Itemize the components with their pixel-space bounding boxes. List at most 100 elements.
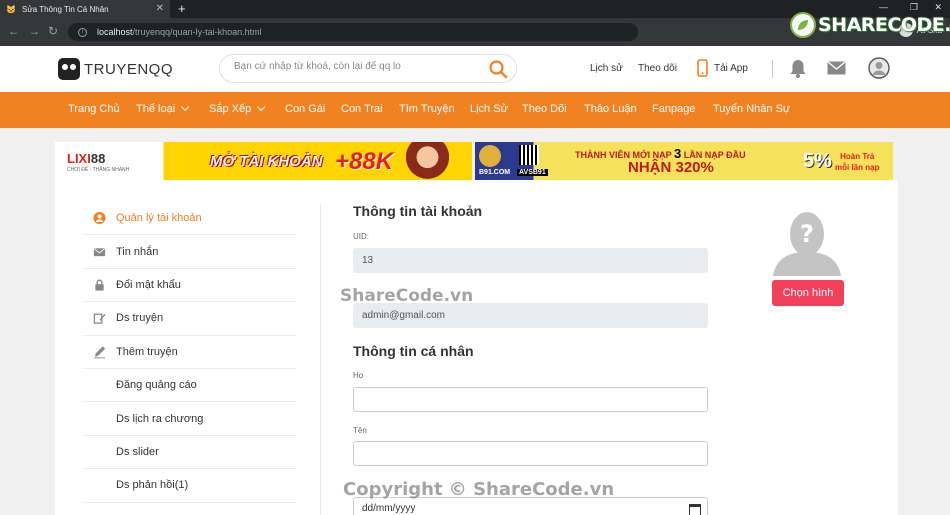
- banner1-brand-text: LIXI: [67, 151, 91, 166]
- watermark-bottom: Copyright © ShareCode.vn: [343, 479, 615, 500]
- sidebar-item-chapter-schedule[interactable]: Ds lịch ra chương: [83, 402, 296, 436]
- search-icon[interactable]: [488, 59, 508, 79]
- mail-icon[interactable]: [827, 61, 846, 75]
- logo-text: TRUYENQQ: [84, 60, 174, 78]
- url-path: /truyenqq/quan-ly-tai-khoan.html: [132, 27, 262, 37]
- sidebar-item-post-ads[interactable]: Đăng quảng cáo: [83, 369, 296, 403]
- first-name-label: Tên: [353, 426, 367, 435]
- nav-following-label: Theo Dõi: [522, 103, 567, 115]
- banner1-big: +88K: [335, 148, 394, 175]
- banner1-main: MỞ TÀI KHOẢN: [210, 153, 323, 170]
- chevron-down-icon: [257, 102, 266, 112]
- logo-mascot-icon: [58, 58, 80, 80]
- nav-search-stories-label: Tìm Truyện: [399, 103, 455, 115]
- close-tab-icon[interactable]: ✕: [156, 3, 164, 14]
- nav-history-label: Lịch Sử: [470, 103, 508, 115]
- banner1-brand: LIXI88: [67, 151, 105, 166]
- ad-banner-lixi88[interactable]: LIXI88 CHƠI ĐỀ - THẮNG NHANH MỞ TÀI KHOẢ…: [55, 142, 472, 180]
- nav-home-label: Trang Chủ: [68, 103, 120, 115]
- account-info-title: Thông tin tài khoản: [353, 203, 483, 219]
- info-icon[interactable]: i: [78, 27, 87, 37]
- sidebar-item-label: Ds phản hồi(1): [116, 479, 189, 492]
- nav-fanpage[interactable]: Fanpage: [652, 103, 695, 115]
- search-box: [219, 54, 517, 83]
- birthdate-placeholder: dd/mm/yyyy: [362, 503, 416, 514]
- envelope-icon: [93, 247, 106, 256]
- sidebar-item-change-password[interactable]: Đổi mật khẩu: [83, 269, 296, 303]
- sidebar-item-messages[interactable]: Tin nhắn: [83, 235, 296, 269]
- tab-title: Sửa Thông Tin Cá Nhân: [22, 4, 109, 14]
- nav-boys-label: Con Trai: [341, 103, 383, 115]
- choose-image-button[interactable]: Chọn hình: [772, 280, 844, 306]
- sidebar-item-account[interactable]: Quản lý tài khoản: [83, 202, 296, 236]
- nav-sort-label: Sắp Xếp: [209, 103, 252, 115]
- nav-girls-label: Con Gái: [285, 103, 326, 115]
- banner2-percent: 5%: [803, 150, 832, 172]
- new-tab-icon[interactable]: +: [178, 1, 186, 16]
- sidebar-item-label: Thêm truyện: [116, 345, 178, 358]
- nav-girls[interactable]: Con Gái: [285, 103, 325, 115]
- banner2-side: Hoàn Trả mỗi lần nạp: [835, 151, 879, 173]
- default-avatar-image: ?: [771, 206, 843, 276]
- sidebar-item-label: Quản lý tài khoản: [116, 212, 202, 225]
- pen-icon: [93, 346, 106, 359]
- bell-icon[interactable]: [789, 59, 807, 78]
- nav-boys[interactable]: Con Trai: [341, 103, 383, 115]
- sidebar-item-story-list[interactable]: Ds truyện: [83, 302, 296, 336]
- download-app-link[interactable]: Tải App: [714, 63, 748, 74]
- nav-recruitment[interactable]: Tuyển Nhân Sự: [713, 103, 790, 115]
- email-field[interactable]: [353, 303, 708, 328]
- banner1-brand-num: 88: [90, 151, 106, 166]
- ad-banner-b91[interactable]: B91.COM AVSB91 THÀNH VIÊN MỚI NẠP 3 LẦN …: [475, 142, 893, 180]
- nav-sort[interactable]: Sắp Xếp: [209, 102, 266, 115]
- sidebar-item-label: Tin nhắn: [116, 245, 159, 258]
- history-link[interactable]: Lịch sử: [590, 63, 623, 74]
- sidebar-item-label: Đổi mật khẩu: [116, 278, 181, 291]
- banner2-side1: Hoàn Trả: [840, 152, 875, 161]
- personal-info-title: Thông tin cá nhân: [353, 343, 474, 359]
- nav-home[interactable]: Trang Chủ: [68, 103, 120, 115]
- browser-tab[interactable]: 🐱 Sửa Thông Tin Cá Nhân ✕: [0, 0, 170, 18]
- sharecode-leaf-icon: [790, 12, 816, 38]
- site-header: TRUYENQQ Lịch sử Theo dõi Tải App: [0, 46, 950, 92]
- nav-following[interactable]: Theo Dõi: [522, 103, 567, 115]
- url-host: localhost: [97, 27, 133, 37]
- back-icon[interactable]: ←: [8, 24, 20, 38]
- mobile-phone-icon: [697, 59, 708, 77]
- sidebar-item-feedback[interactable]: Ds phản hồi(1): [83, 469, 296, 503]
- last-name-field[interactable]: [353, 387, 708, 412]
- favicon-icon: 🐱: [6, 4, 16, 14]
- follow-link[interactable]: Theo dõi: [638, 63, 677, 74]
- sharecode-logo: SHARECODE.vn: [790, 12, 950, 38]
- minimize-icon[interactable]: —: [879, 2, 888, 12]
- reload-icon[interactable]: ↻: [48, 24, 58, 38]
- nav-search-stories[interactable]: Tìm Truyện: [399, 103, 455, 115]
- nav-genres[interactable]: Thể loại: [136, 102, 190, 115]
- svg-text:?: ?: [800, 220, 814, 248]
- banner2-side2: mỗi lần nạp: [835, 163, 880, 172]
- nav-genres-label: Thể loại: [136, 103, 176, 115]
- nav-discussion[interactable]: Thảo Luận: [584, 103, 637, 115]
- nav-recruitment-label: Tuyển Nhân Sự: [713, 103, 791, 115]
- lock-icon: [95, 279, 104, 291]
- search-input[interactable]: [234, 61, 484, 72]
- uid-field[interactable]: [353, 248, 708, 273]
- watermark-center: ShareCode.vn: [340, 286, 474, 306]
- first-name-field[interactable]: [353, 441, 708, 466]
- banner2-code: AVSB91: [517, 169, 548, 176]
- user-avatar-icon[interactable]: [868, 57, 890, 79]
- account-sidebar: Quản lý tài khoản Tin nhắn Đổi mật khẩu …: [83, 202, 296, 503]
- sidebar-item-label: Ds truyện: [116, 312, 164, 325]
- calendar-icon[interactable]: [689, 504, 701, 515]
- nav-history[interactable]: Lịch Sử: [470, 103, 508, 115]
- banner2-line2: NHẬN 320%: [628, 159, 714, 176]
- banner2-site: B91.COM: [479, 169, 511, 176]
- sidebar-item-add-story[interactable]: Thêm truyện: [83, 336, 296, 369]
- sidebar-item-label: Đăng quảng cáo: [116, 379, 197, 392]
- sidebar-item-sliders[interactable]: Ds slider: [83, 436, 296, 470]
- qr-code-icon: [519, 145, 539, 165]
- site-logo[interactable]: TRUYENQQ: [58, 58, 173, 80]
- address-bar[interactable]: i localhost/truyenqq/quan-ly-tai-khoan.h…: [68, 23, 638, 41]
- forward-icon[interactable]: →: [28, 24, 40, 38]
- sharecode-logo-text: SHARECODE.vn: [818, 14, 950, 36]
